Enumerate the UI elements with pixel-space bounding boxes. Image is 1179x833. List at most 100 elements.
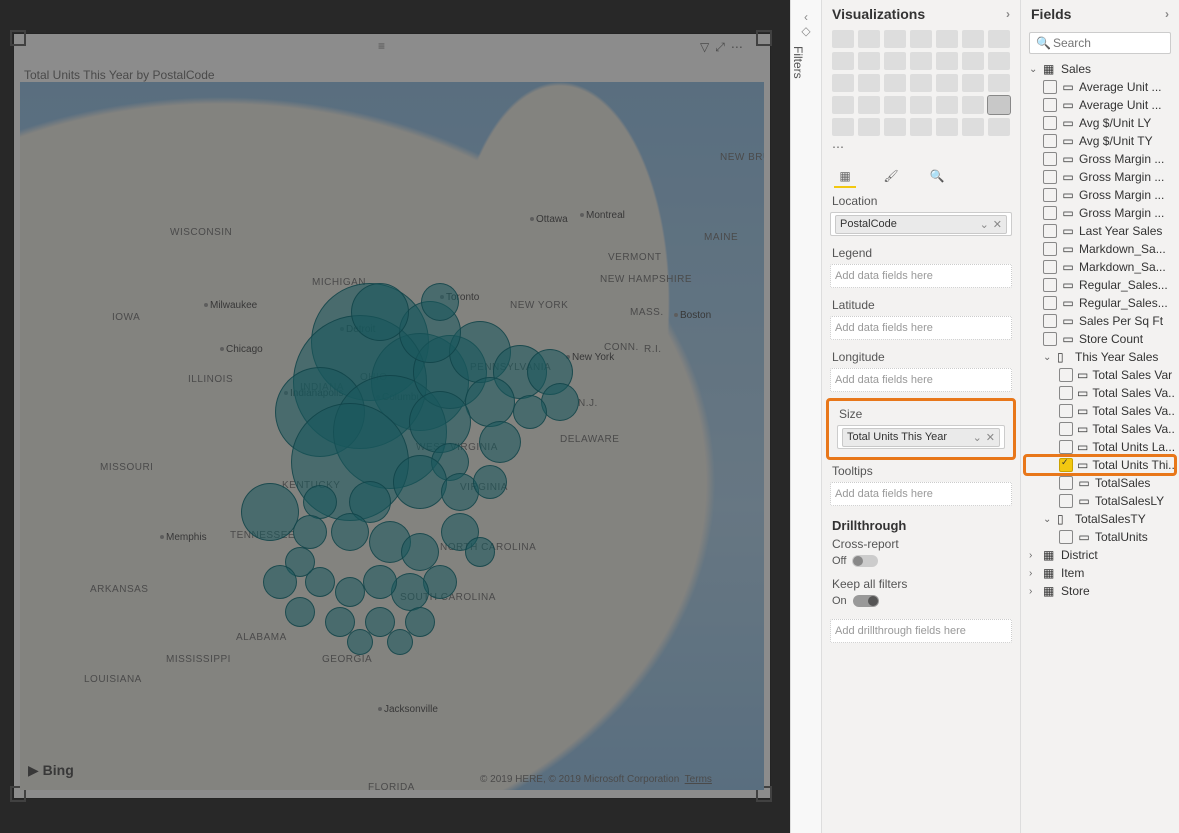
viz-type-tile[interactable] [988,118,1010,136]
focus-mode-icon[interactable]: ⤢ [715,40,725,55]
map-bubble[interactable] [335,577,365,607]
field-item[interactable]: ▭Gross Margin ... [1025,204,1175,222]
viz-type-tile[interactable] [858,74,880,92]
map-bubble[interactable] [241,483,299,541]
filter-icon[interactable]: ▽ [700,40,709,55]
map-bubble[interactable] [465,377,515,427]
keep-filters-toggle[interactable]: On [832,595,1020,607]
viz-type-tile[interactable] [936,74,958,92]
field-item[interactable]: ▭Gross Margin ... [1025,186,1175,204]
more-options-icon[interactable]: ⋯ [731,40,743,55]
field-group[interactable]: ⌄▯This Year Sales [1025,348,1175,366]
terms-link[interactable]: Terms [685,774,712,785]
tooltips-well[interactable]: Add data fields here [830,482,1012,506]
fields-search[interactable]: 🔍 [1029,32,1171,54]
legend-well[interactable]: Add data fields here [830,264,1012,288]
viz-type-tile[interactable] [988,52,1010,70]
map-bubble[interactable] [351,283,409,341]
analytics-tab-icon[interactable]: 🔍 [926,166,948,188]
table-item[interactable]: ›▦Item [1025,564,1175,582]
viz-type-tile[interactable] [988,96,1010,114]
viz-type-tile[interactable] [910,30,932,48]
viz-type-tile[interactable] [962,74,984,92]
cross-report-toggle[interactable]: Off [832,555,1020,567]
viz-type-tile[interactable] [884,96,906,114]
field-item[interactable]: ▭TotalSalesLY [1025,492,1175,510]
field-item[interactable]: ▭Last Year Sales [1025,222,1175,240]
report-canvas[interactable]: Total Units This Year by PostalCode ≡ ▽ … [0,0,790,833]
viz-type-tile[interactable] [910,74,932,92]
map-bubble[interactable] [421,283,459,321]
viz-type-tile[interactable] [936,52,958,70]
viz-type-tile[interactable] [832,74,854,92]
viz-type-tile[interactable] [910,118,932,136]
table-store[interactable]: ›▦Store [1025,582,1175,600]
viz-gallery-more-icon[interactable]: ⋯ [832,140,854,154]
map-bubble[interactable] [347,629,373,655]
viz-type-tile[interactable] [858,118,880,136]
field-item[interactable]: ▭Sales Per Sq Ft [1025,312,1175,330]
map-bubble[interactable] [387,629,413,655]
map-bubble[interactable] [263,565,297,599]
remove-icon[interactable]: ✕ [993,218,1002,231]
viz-type-tile[interactable] [936,96,958,114]
field-item[interactable]: ▭TotalUnits [1025,528,1175,546]
size-well[interactable]: Total Units This Year ⌄✕ [837,425,1005,449]
viz-type-tile[interactable] [832,96,854,114]
map-bubble[interactable] [541,383,579,421]
field-item[interactable]: ▭Total Units Thi... [1025,456,1175,474]
field-item[interactable]: ▭Average Unit ... [1025,78,1175,96]
field-item[interactable]: ▭Gross Margin ... [1025,168,1175,186]
chevron-down-icon[interactable]: ⌄ [980,218,989,231]
map-bubble[interactable] [331,513,369,551]
field-item[interactable]: ▭Store Count [1025,330,1175,348]
viz-type-tile[interactable] [858,30,880,48]
viz-type-tile[interactable] [884,118,906,136]
map-bubble[interactable] [363,565,397,599]
field-group[interactable]: ⌄▯TotalSalesTY [1025,510,1175,528]
viz-type-tile[interactable] [910,52,932,70]
field-item[interactable]: ▭Avg $/Unit TY [1025,132,1175,150]
field-item[interactable]: ▭Regular_Sales... [1025,294,1175,312]
table-sales[interactable]: ⌄▦Sales [1025,60,1175,78]
viz-type-tile[interactable] [962,30,984,48]
viz-type-tile[interactable] [884,30,906,48]
location-chip[interactable]: PostalCode ⌄✕ [835,215,1007,234]
map-bubble[interactable] [409,391,471,453]
field-item[interactable]: ▭Total Sales Va... [1025,420,1175,438]
chevron-right-icon[interactable]: › [1165,7,1169,21]
field-item[interactable]: ▭Gross Margin ... [1025,150,1175,168]
field-item[interactable]: ▭Average Unit ... [1025,96,1175,114]
format-tab-icon[interactable]: 🖌 [880,166,902,188]
viz-type-tile[interactable] [910,96,932,114]
chevron-left-icon[interactable]: ‹ [791,10,821,24]
field-item[interactable]: ▭Total Units La... [1025,438,1175,456]
bing-map[interactable]: WISCONSINMICHIGANNEW YORKMAINEVERMONTNEW… [20,82,764,790]
longitude-well[interactable]: Add data fields here [830,368,1012,392]
viz-type-tile[interactable] [832,30,854,48]
viz-type-tile[interactable] [962,52,984,70]
viz-type-tile[interactable] [858,52,880,70]
viz-type-tile[interactable] [884,74,906,92]
location-well[interactable]: PostalCode ⌄✕ [830,212,1012,236]
field-item[interactable]: ▭Avg $/Unit LY [1025,114,1175,132]
chevron-right-icon[interactable]: › [1006,7,1010,21]
map-bubble[interactable] [285,597,315,627]
chevron-down-icon[interactable]: ⌄ [973,431,982,444]
viz-type-tile[interactable] [962,118,984,136]
viz-type-tile[interactable] [832,118,854,136]
viz-type-tile[interactable] [988,30,1010,48]
field-item[interactable]: ▭Total Sales Va... [1025,384,1175,402]
filters-pane-collapsed[interactable]: ‹ ◇ Filters [790,0,821,833]
map-bubble[interactable] [465,537,495,567]
drillthrough-well[interactable]: Add drillthrough fields here [830,619,1012,643]
field-item[interactable]: ▭Regular_Sales... [1025,276,1175,294]
field-item[interactable]: ▭Total Sales Var [1025,366,1175,384]
viz-type-tile[interactable] [884,52,906,70]
viz-type-tile[interactable] [962,96,984,114]
field-item[interactable]: ▭TotalSales [1025,474,1175,492]
map-bubble[interactable] [473,465,507,499]
field-item[interactable]: ▭Markdown_Sa... [1025,240,1175,258]
remove-icon[interactable]: ✕ [986,431,995,444]
viz-type-tile[interactable] [936,30,958,48]
